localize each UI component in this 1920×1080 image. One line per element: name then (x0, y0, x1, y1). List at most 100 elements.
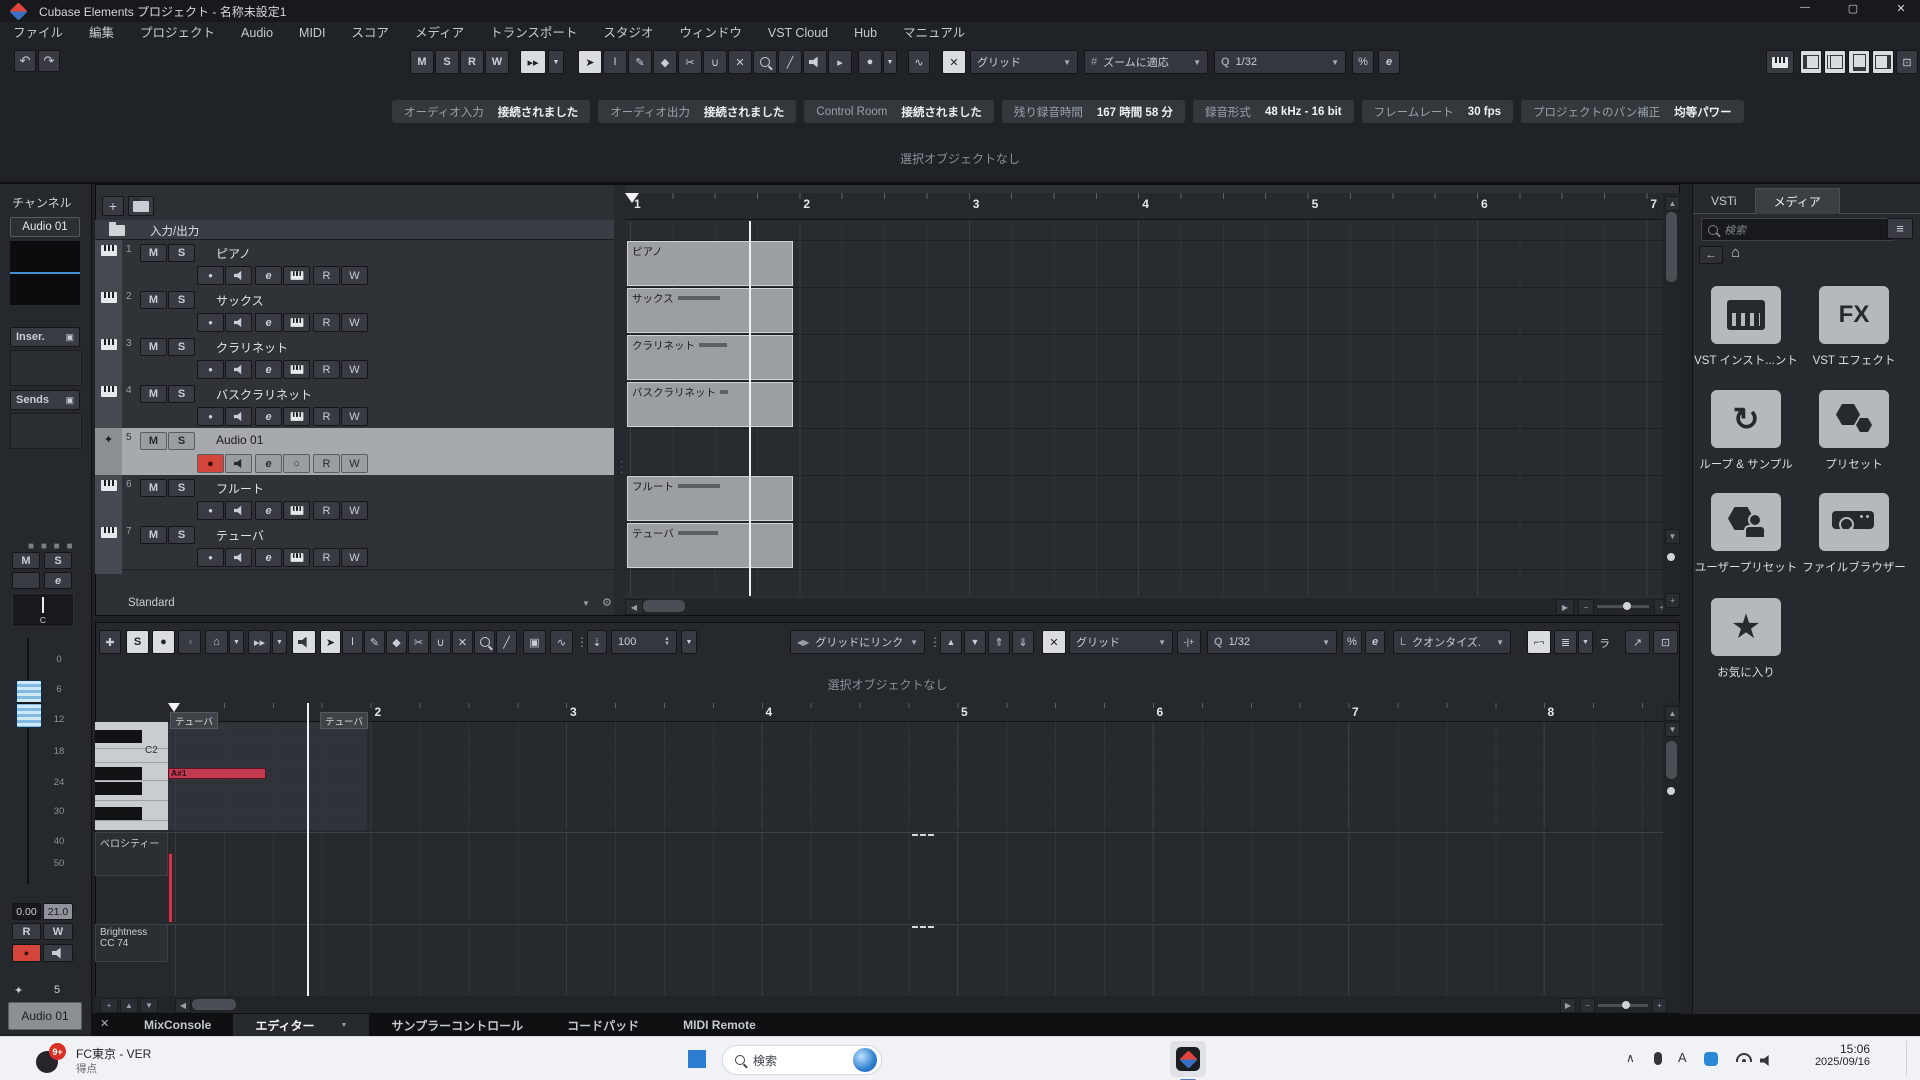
arrangement-grid[interactable]: ピアノサックスクラリネットバスクラリネットフルートテューバ (625, 221, 1663, 596)
tray-chevron-icon[interactable]: ∧ (1626, 1051, 1635, 1065)
hscroll-thumb[interactable] (643, 600, 685, 612)
menu-MIDI[interactable]: MIDI (286, 22, 338, 45)
track-record-button[interactable]: ● (197, 501, 224, 520)
preset-gear-icon[interactable]: ⚙ (602, 596, 612, 609)
menu-プロジェクト[interactable]: プロジェクト (127, 22, 228, 45)
vzoom-slider-handle[interactable] (1667, 553, 1675, 561)
undo-button[interactable]: ↶ (14, 50, 36, 72)
auto-scroll-button[interactable]: ▸▸ (520, 50, 546, 74)
tab-dropdown-icon[interactable]: ▼ (341, 1022, 348, 1029)
velocity-lane[interactable] (168, 832, 1663, 922)
editor-setup-button[interactable]: ⊡ (1653, 630, 1678, 654)
track-monitor-button[interactable] (225, 266, 252, 285)
clock[interactable]: 15:06 2025/09/16 (1790, 1042, 1870, 1068)
zoom-in-button[interactable]: + (1652, 998, 1667, 1013)
transpose-down-button[interactable]: ▼ (964, 630, 986, 654)
zoom-mode-dropdown[interactable]: # ズームに適応▼ (1084, 50, 1208, 74)
track-instrument-button[interactable] (283, 548, 310, 567)
midi-note[interactable]: A#1 (168, 768, 266, 779)
track-monitor-button[interactable] (225, 454, 252, 473)
track-read-button[interactable]: R (313, 454, 340, 473)
volume-fader[interactable] (16, 680, 42, 728)
vscroll-down-button[interactable]: ▼ (1665, 529, 1680, 544)
lower-tab-MixConsole[interactable]: MixConsole (122, 1014, 233, 1036)
editor-mute-tool-button[interactable]: ✕ (452, 630, 473, 654)
lane-up-button[interactable]: ▲ (120, 998, 138, 1013)
editor-draw-tool-button[interactable]: ✎ (364, 630, 385, 654)
track-write-button[interactable]: W (341, 266, 368, 285)
redo-button[interactable]: ↷ (38, 50, 60, 72)
maximize-button[interactable]: ▢ (1838, 2, 1868, 20)
track-mute-button[interactable]: M (140, 479, 167, 497)
sends-button[interactable]: Sends▣ (10, 390, 80, 410)
menu-メディア[interactable]: メディア (402, 22, 477, 45)
range-tool-button[interactable]: I (603, 50, 627, 74)
track-row-Audio 01[interactable]: ✦5MSAudio 01●e○RW (95, 428, 614, 476)
scroll-right-button[interactable]: ▶ (1556, 599, 1574, 615)
info-pill[interactable]: オーディオ出力接続されました (598, 100, 796, 123)
channel-bottom-name[interactable]: Audio 01 (8, 1002, 82, 1030)
strip-mute-button[interactable]: M (12, 552, 40, 569)
comment-dropdown[interactable]: ▼ (883, 50, 897, 74)
media-tile-ファイルブラウザー[interactable] (1819, 493, 1889, 551)
media-tile-VST インスト...ント[interactable] (1711, 286, 1781, 344)
close-button[interactable]: ✕ (1886, 2, 1916, 20)
event-サックス[interactable]: サックス (627, 288, 793, 333)
left-zone-toggle[interactable] (1800, 50, 1822, 74)
track-monitor-button[interactable] (225, 407, 252, 426)
editor-line-tool-button[interactable]: ╱ (496, 630, 517, 654)
track-edit-button[interactable]: e (255, 360, 282, 379)
media-tile-VST エフェクト[interactable]: FX (1819, 286, 1889, 344)
taskbar-search[interactable]: 検索 (722, 1045, 882, 1075)
editor-cursor-marker[interactable] (168, 703, 180, 712)
part-tab-1[interactable]: テューバ (170, 712, 218, 729)
strip-drag-handle[interactable]: ■ ■ ■ ■ (28, 541, 75, 552)
note-display-grid[interactable]: A#1 (168, 722, 1663, 830)
event-colors-button[interactable]: ▣ (523, 630, 546, 654)
length-link-dropdown[interactable]: ◀▶ グリッドにリンク▼ (790, 630, 925, 654)
track-read-button[interactable]: R (313, 548, 340, 567)
vscroll-up-button[interactable]: ▲ (1665, 706, 1680, 721)
strip-edit-button[interactable]: e (44, 572, 72, 589)
event-フルート[interactable]: フルート (627, 476, 793, 521)
track-instrument-button[interactable] (283, 313, 310, 332)
octave-down-button[interactable]: ⇓ (1012, 630, 1034, 654)
io-folder-row[interactable]: 入力/出力 (95, 220, 614, 240)
strip-read-button[interactable]: R (12, 923, 41, 940)
track-solo-button[interactable]: S (168, 385, 195, 403)
solo-editor-button[interactable]: S (126, 630, 149, 654)
open-in-window-button[interactable]: ↗ (1625, 630, 1650, 654)
track-record-button[interactable]: ● (197, 360, 224, 379)
insert-slot[interactable] (10, 350, 82, 386)
vscroll-down-button[interactable]: ▼ (1665, 722, 1680, 737)
lower-tab-サンプラーコントロール[interactable]: サンプラーコントロール (369, 1014, 545, 1036)
editor-playhead[interactable] (307, 703, 309, 996)
auto-scroll-dropdown[interactable]: ▼ (548, 50, 564, 74)
track-monitor-button[interactable] (225, 501, 252, 520)
track-mute-button[interactable]: M (140, 526, 167, 544)
length-quantize-dropdown[interactable]: L クオンタイズ.▼ (1393, 630, 1511, 654)
track-solo-button[interactable]: S (168, 526, 195, 544)
track-instrument-button[interactable] (283, 407, 310, 426)
strip-write-button[interactable]: W (43, 923, 73, 940)
automation-r-button[interactable]: R (460, 50, 484, 74)
cubase-taskbar-active[interactable] (1170, 1041, 1206, 1077)
editor-quantize-edit-button[interactable]: e (1365, 630, 1385, 654)
scroll-left-button[interactable]: ◀ (175, 998, 191, 1013)
track-monitor-button[interactable] (225, 360, 252, 379)
track-write-button[interactable]: W (341, 407, 368, 426)
tracklist-splitter[interactable]: ··· (614, 185, 625, 615)
grid-range-button[interactable]: -|+ (1177, 630, 1201, 654)
part-tab-2[interactable]: テューバ (320, 712, 368, 729)
track-freeze-button[interactable]: ○ (283, 454, 310, 473)
zoom-out-button[interactable]: − (1578, 599, 1594, 615)
part-list-button[interactable]: ≣ (1554, 630, 1577, 654)
editor-home-button[interactable]: ⌂ (205, 630, 228, 654)
track-mute-button[interactable]: M (140, 385, 167, 403)
track-read-button[interactable]: R (313, 501, 340, 520)
piano-keyboard[interactable] (95, 722, 168, 830)
comment-tool-button[interactable]: ● (858, 50, 882, 74)
grid-type-dropdown[interactable]: グリッド▼ (970, 50, 1078, 74)
notification-app-icon[interactable] (1704, 1052, 1718, 1066)
track-mute-button[interactable]: M (140, 244, 167, 262)
